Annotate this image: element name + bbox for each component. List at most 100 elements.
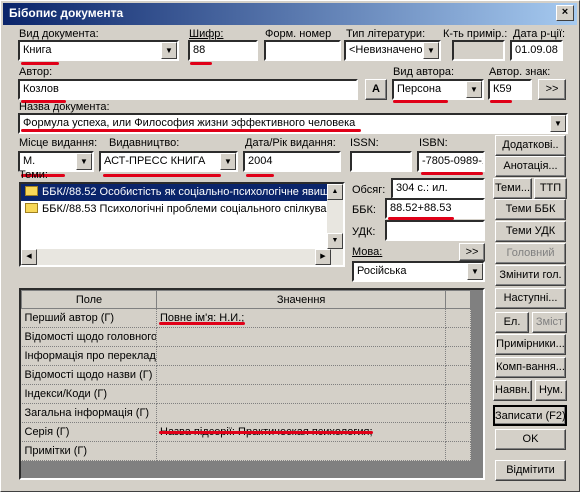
grid-cell-value[interactable] [156,403,447,423]
date-year-field[interactable]: 2004 [243,151,341,172]
grid-cell-value[interactable] [156,327,447,347]
themes-udk-button[interactable]: Теми УДК [495,221,566,242]
chevron-down-icon[interactable]: ▼ [550,115,566,132]
next-button[interactable]: Наступні... [495,288,566,309]
change-main-button[interactable]: Змінити гол. [495,265,566,286]
chevron-down-icon[interactable]: ▼ [76,153,92,170]
grid-cell-field[interactable]: Серія (Г) [21,422,157,442]
close-button[interactable]: × [556,5,574,21]
issn-label: ISSN: [350,137,379,149]
list-item[interactable]: ББК//88.52 Особистість як соціально-псих… [21,184,343,201]
marks-button[interactable]: Відмітити [495,460,566,481]
doc-name-label: Назва документа: [19,101,110,113]
grid-cell-field[interactable]: Індекси/Коди (Г) [21,384,157,404]
scroll-right-icon[interactable]: ▶ [315,249,331,265]
avail-button[interactable]: Наявн. [493,380,532,401]
table-row[interactable]: Перший автор (Г) Повне ім'я: Н.И.; [21,308,471,328]
themes-list[interactable]: ББК//88.52 Особистість як соціально-псих… [19,182,345,267]
language-value: Російська [357,265,407,277]
author-type-value: Персона [397,83,442,95]
main-button[interactable]: Головний [495,243,566,264]
font-a-button[interactable]: A [365,79,387,100]
place-label: Місце видання: [19,137,98,149]
table-row[interactable]: Відомості щодо назви (Г) [21,365,471,385]
udk-field[interactable] [385,220,485,241]
scroll-left-icon[interactable]: ◀ [21,249,37,265]
grid-cell-extra [445,441,471,461]
chevron-down-icon[interactable]: ▼ [220,153,236,170]
grid-header-value[interactable]: Значення [155,290,447,309]
reg-date-field[interactable]: 01.09.08 [510,40,563,61]
publisher-value: АСТ-ПРЕСС КНИГА [104,155,206,167]
cipher-label: Шифр: [189,28,224,40]
themes-bbk-button[interactable]: Теми ББК [495,199,566,220]
publisher-label: Видавництво: [109,137,180,149]
doc-name-value: Формула успеха, или Философия жизни эффе… [23,117,356,129]
themes-label: Теми: [19,169,48,181]
highlight-mark [159,431,373,434]
grid-cell-field[interactable]: Примітки (Г) [21,441,157,461]
grid-cell-value[interactable] [156,365,447,385]
highlight-mark [103,174,221,177]
grid-cell-value[interactable] [156,346,447,366]
more-author-button[interactable]: >> [538,79,566,100]
highlight-mark [190,62,212,65]
ok-button[interactable]: OK [495,429,566,450]
grid-cell-value[interactable] [156,441,447,461]
chevron-down-icon[interactable]: ▼ [161,42,177,59]
list-item[interactable]: ББК//88.53 Психологічні проблеми соціаль… [21,201,343,218]
ttp-button[interactable]: ТТП [534,178,567,199]
issn-field[interactable] [350,151,412,172]
highlight-mark [490,100,512,103]
annotation-button[interactable]: Анотація... [495,156,566,177]
el-button[interactable]: Ел. [495,312,529,333]
author-sign-field[interactable]: К59 [488,79,532,100]
table-row[interactable]: Індекси/Коди (Г) [21,384,471,404]
grid-cell-extra [445,384,471,404]
form-number-field[interactable] [264,40,341,61]
grid-cell-extra [445,403,471,423]
chevron-down-icon[interactable]: ▼ [423,42,439,59]
grid-cell-field[interactable]: Відомості щодо назви (Г) [21,365,157,385]
table-row[interactable]: Загальна інформація (Г) [21,403,471,423]
language-select[interactable]: Російська ▼ [352,261,485,282]
language-label: Мова: [352,246,383,258]
fields-grid[interactable]: Поле Значення Перший автор (Г) Повне ім'я… [19,288,485,480]
lit-type-select[interactable]: <Невизначено> ▼ [344,40,441,61]
table-row[interactable]: Примітки (Г) [21,441,471,461]
grid-cell-field[interactable]: Загальна інформація (Г) [21,403,157,423]
extra-button[interactable]: Додаткові.. [495,135,566,156]
copies-change-button[interactable]: Комп-вання... [495,357,566,378]
grid-cell-field[interactable]: Інформація про переклад [21,346,157,366]
more-lang-button[interactable]: >> [459,243,485,261]
grid-cell-field[interactable]: Перший автор (Г) [21,308,157,328]
table-row[interactable]: Відомості щодо головного [21,327,471,347]
horizontal-scrollbar[interactable]: ◀ ▶ [21,249,331,265]
copies-label: К-ть примір.: [443,28,508,40]
grid-header-field[interactable]: Поле [21,290,157,309]
cipher-field[interactable]: 88 [188,40,258,61]
lit-type-value: <Невизначено> [349,44,429,56]
copies-button[interactable]: Примірники... [495,334,566,355]
content-button[interactable]: Зміст [532,312,567,333]
grid-cell-value[interactable] [156,384,447,404]
bbk-field[interactable]: 88.52+88.53 [385,198,485,219]
doc-type-select[interactable]: Книга ▼ [18,40,179,61]
author-type-select[interactable]: Персона ▼ [392,79,484,100]
volume-field[interactable]: 304 с.: ил. [391,178,485,199]
grid-cell-field[interactable]: Відомості щодо головного [21,327,157,347]
doc-type-value: Книга [23,44,52,56]
author-type-label: Вид автора: [393,66,454,78]
title-bar: Бібопис документа × [3,3,577,25]
save-button[interactable]: Записати (F2) [493,405,567,426]
chevron-down-icon[interactable]: ▼ [467,263,483,280]
publisher-select[interactable]: АСТ-ПРЕСС КНИГА ▼ [99,151,238,172]
chevron-down-icon[interactable]: ▼ [466,81,482,98]
scroll-down-icon[interactable]: ▼ [327,233,343,249]
author-field[interactable]: Козлов [18,79,358,100]
isbn-field[interactable]: -7805-0989-1 [417,151,485,172]
num-button[interactable]: Нум. [535,380,567,401]
themes-button[interactable]: Теми... [493,178,532,199]
table-row[interactable]: Інформація про переклад [21,346,471,366]
scroll-up-icon[interactable]: ▲ [327,184,343,200]
